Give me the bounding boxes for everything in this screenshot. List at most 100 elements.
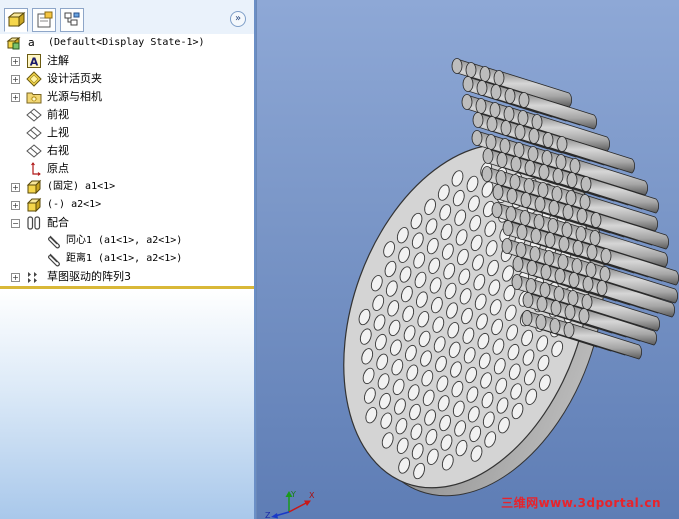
- collapse-panel-button[interactable]: »: [230, 11, 246, 27]
- tree-item-label: 草图驱动的阵列3: [47, 270, 131, 283]
- expand-toggle[interactable]: +: [11, 273, 20, 282]
- tube-end: [491, 202, 503, 218]
- tube-end: [572, 240, 584, 256]
- tube-end: [489, 102, 501, 118]
- tree-item-label: 右视: [47, 144, 69, 157]
- tree-item-top-plane[interactable]: 上视: [0, 124, 254, 142]
- tube-end: [519, 210, 531, 226]
- tube-end: [538, 164, 550, 180]
- tube-end: [542, 132, 554, 148]
- tube-end: [534, 196, 546, 212]
- expand-toggle[interactable]: +: [11, 201, 20, 210]
- tube-end: [537, 182, 549, 198]
- tube-end: [551, 186, 563, 202]
- tube-end: [541, 150, 553, 166]
- tube-end: [503, 106, 515, 122]
- tube-end: [557, 254, 569, 270]
- tube-end: [528, 128, 540, 144]
- tab-feature-tree[interactable]: [4, 8, 28, 32]
- tube-end: [512, 256, 524, 272]
- annotations-icon: A: [27, 54, 41, 69]
- tree-item-lights-cameras[interactable]: + 光源与相机: [0, 88, 254, 106]
- tube-end: [486, 116, 498, 132]
- tube-end: [549, 318, 561, 334]
- watermark: 三维网www.3dportal.cn: [501, 496, 661, 510]
- tube-end: [599, 266, 611, 282]
- property-manager-icon: [37, 11, 53, 28]
- pattern-icon: [28, 272, 37, 283]
- tree-item-label: 设计活页夹: [47, 72, 102, 85]
- feature-manager-panel: » a (Default<Display State-1>) + A 注解 +: [0, 0, 256, 519]
- tube-end: [493, 70, 505, 86]
- expand-toggle[interactable]: +: [11, 57, 20, 66]
- tube-end: [472, 112, 484, 128]
- expand-toggle[interactable]: +: [11, 93, 20, 102]
- tube-end: [553, 286, 565, 302]
- tree-item-front-plane[interactable]: 前视: [0, 106, 254, 124]
- tube-end: [579, 194, 591, 210]
- tube-end: [554, 268, 566, 284]
- tube-sheet-model[interactable]: [257, 0, 679, 519]
- tube-end: [548, 200, 560, 216]
- tube-end: [552, 168, 564, 184]
- tree-item-label: 注解: [47, 54, 69, 67]
- tree-item-component-a1[interactable]: + (固定) a1<1>: [0, 178, 254, 196]
- tube-end: [539, 282, 551, 298]
- tube-end: [511, 274, 523, 290]
- tube-end: [578, 308, 590, 324]
- view-triad-icon: Y X Z: [265, 490, 315, 519]
- tube-end: [479, 66, 491, 82]
- tube-end: [561, 222, 573, 238]
- tube-end: [492, 184, 504, 200]
- tree-item-origin[interactable]: 原点: [0, 160, 254, 178]
- expand-toggle[interactable]: +: [11, 75, 20, 84]
- tube-end: [543, 250, 555, 266]
- configuration-manager-icon: [64, 12, 80, 26]
- tube-end: [568, 272, 580, 288]
- tube-end: [580, 176, 592, 192]
- tube-end: [462, 76, 474, 92]
- tube-end: [451, 58, 463, 74]
- tube-end: [476, 80, 488, 96]
- tube-end: [563, 322, 575, 338]
- tree-item-mate-concentric[interactable]: 同心1 (a1<1>, a2<1>): [0, 232, 254, 250]
- svg-text:A: A: [30, 56, 39, 69]
- tree-item-label: 前视: [47, 108, 69, 121]
- tube-end: [530, 228, 542, 244]
- tube-end: [475, 98, 487, 114]
- tube-end: [496, 152, 508, 168]
- tube-end: [566, 172, 578, 188]
- graphics-viewport[interactable]: Y X Z 三维网www.3dportal.cn: [257, 0, 679, 519]
- tube-end: [481, 166, 493, 182]
- tree-item-component-a2[interactable]: + (-) a2<1>: [0, 196, 254, 214]
- expand-toggle[interactable]: +: [11, 183, 20, 192]
- tube-end: [558, 236, 570, 252]
- tube-end: [461, 94, 473, 110]
- tube-end: [509, 174, 521, 190]
- tree-item-annotations[interactable]: + A 注解: [0, 52, 254, 70]
- tube-end: [529, 246, 541, 262]
- tube-end: [505, 206, 517, 222]
- tube-end: [516, 224, 528, 240]
- tree-item-sketch-pattern[interactable]: + 草图驱动的阵列3: [0, 268, 254, 286]
- mates-icon: [27, 216, 41, 230]
- tube-end: [586, 244, 598, 260]
- tube-end: [565, 190, 577, 206]
- tube-end: [490, 84, 502, 100]
- tab-configuration-manager[interactable]: [60, 8, 84, 32]
- tree-item-design-binder[interactable]: + 设计活页夹: [0, 70, 254, 88]
- plane-icon: [26, 108, 42, 122]
- tab-property-manager[interactable]: [32, 8, 56, 32]
- tree-item-right-plane[interactable]: 右视: [0, 142, 254, 160]
- tube-end: [482, 148, 494, 164]
- tube-end: [525, 278, 537, 294]
- tube-end: [536, 296, 548, 312]
- tube-end: [501, 238, 513, 254]
- tube-end: [535, 314, 547, 330]
- tree-item-mate-distance[interactable]: 距离1 (a1<1>, a2<1>): [0, 250, 254, 268]
- collapse-toggle[interactable]: −: [11, 219, 20, 228]
- tree-item-label: 光源与相机: [47, 90, 102, 103]
- tube-end: [575, 226, 587, 242]
- tree-item-mates[interactable]: − 配合: [0, 214, 254, 232]
- tube-end: [571, 258, 583, 274]
